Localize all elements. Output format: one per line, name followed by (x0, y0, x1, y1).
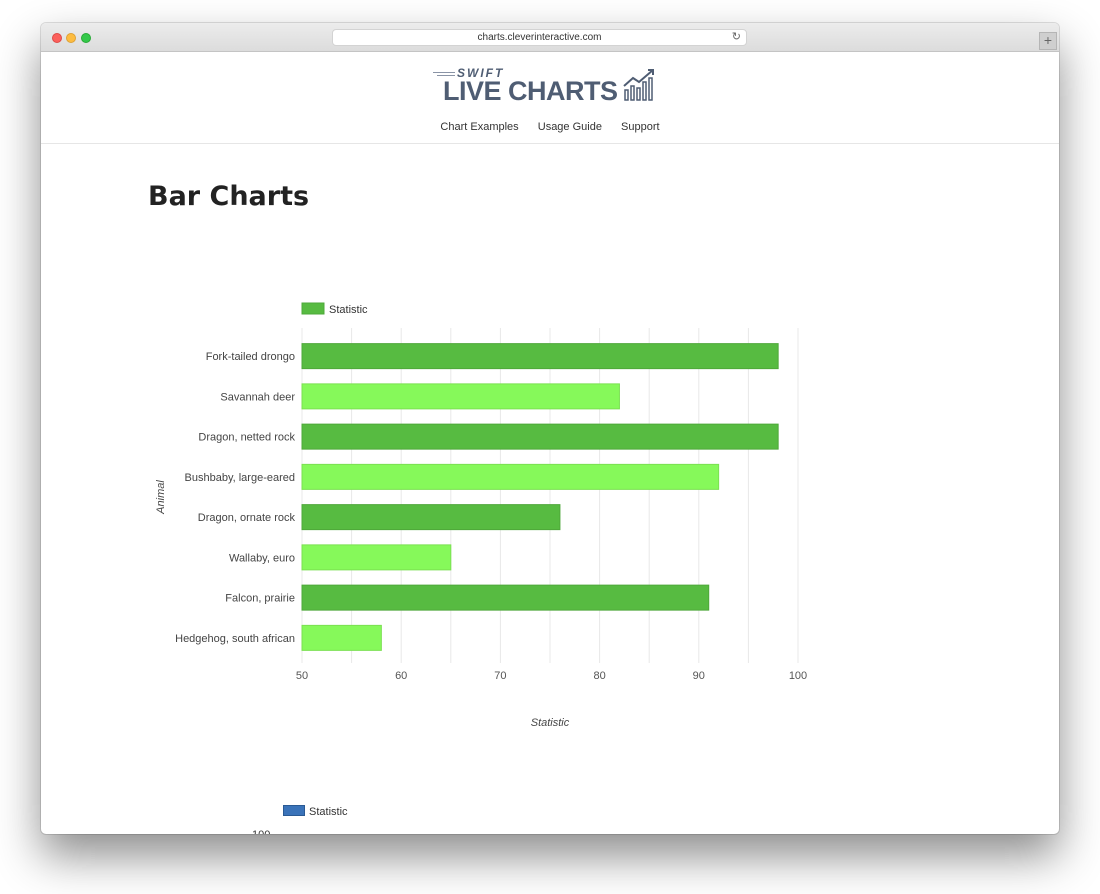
browser-titlebar: charts.cleverinteractive.com ↻ + (41, 23, 1059, 52)
category-label: Savannah deer (220, 391, 295, 403)
horizontal-bar-chart: Fork-tailed drongo Savannah deer Dragon, n… (155, 302, 807, 729)
address-bar-url: charts.cleverinteractive.com (477, 32, 602, 43)
category-label: Dragon, ornate rock (198, 512, 296, 524)
chart2-legend-swatch (283, 805, 305, 816)
chart2-legend[interactable]: Statistic (283, 805, 348, 818)
x-tick-label: 90 (693, 670, 705, 682)
bar (301, 584, 710, 611)
nav-chart-examples[interactable]: Chart Examples (440, 121, 518, 133)
browser-window: charts.cleverinteractive.com ↻ + SWIFT L… (41, 23, 1059, 834)
bar (301, 383, 620, 410)
category-label: Bushbaby, large-eared (185, 472, 295, 484)
category-label: Wallaby, euro (229, 552, 295, 564)
category-label: Falcon, prairie (225, 593, 295, 605)
close-window-button[interactable] (52, 33, 62, 43)
nav-usage-guide[interactable]: Usage Guide (538, 121, 602, 133)
bar (301, 463, 720, 490)
chart2-legend-label: Statistic (309, 806, 348, 818)
site-logo[interactable]: SWIFT LIVE CHARTS (433, 66, 659, 106)
reload-icon[interactable]: ↻ (732, 30, 741, 45)
x-tick-label: 70 (494, 670, 506, 682)
bar (301, 504, 561, 531)
x-axis-title: Statistic (531, 717, 570, 729)
zoom-window-button[interactable] (81, 33, 91, 43)
new-tab-button[interactable]: + (1039, 32, 1057, 50)
bar-chart-logo-icon (623, 69, 654, 101)
bar (301, 544, 452, 571)
category-label: Hedgehog, south african (175, 633, 295, 645)
logo-speed-line (433, 72, 455, 73)
x-tick-label: 50 (296, 670, 308, 682)
page-title: Bar Charts (148, 181, 310, 212)
x-tick-label: 100 (789, 670, 807, 682)
address-bar[interactable]: charts.cleverinteractive.com ↻ (332, 29, 747, 46)
category-label: Fork-tailed drongo (206, 351, 295, 363)
logo-main-text: LIVE CHARTS (443, 76, 618, 106)
bar (301, 343, 779, 370)
x-tick-label: 60 (395, 670, 407, 682)
legend-label: Statistic (329, 304, 368, 316)
main-nav: Chart Examples Usage Guide Support (41, 121, 1059, 133)
y-axis-title: Animal (155, 480, 167, 515)
site-header: SWIFT LIVE CHARTS Chart Examples Usage G… (41, 52, 1059, 144)
chart2-y-tick: 100 (252, 829, 270, 834)
bar (301, 423, 779, 450)
category-label: Dragon, netted rock (198, 432, 295, 444)
nav-support[interactable]: Support (621, 121, 660, 133)
x-tick-label: 80 (593, 670, 605, 682)
legend-swatch (301, 302, 325, 315)
minimize-window-button[interactable] (66, 33, 76, 43)
bar (301, 624, 382, 651)
